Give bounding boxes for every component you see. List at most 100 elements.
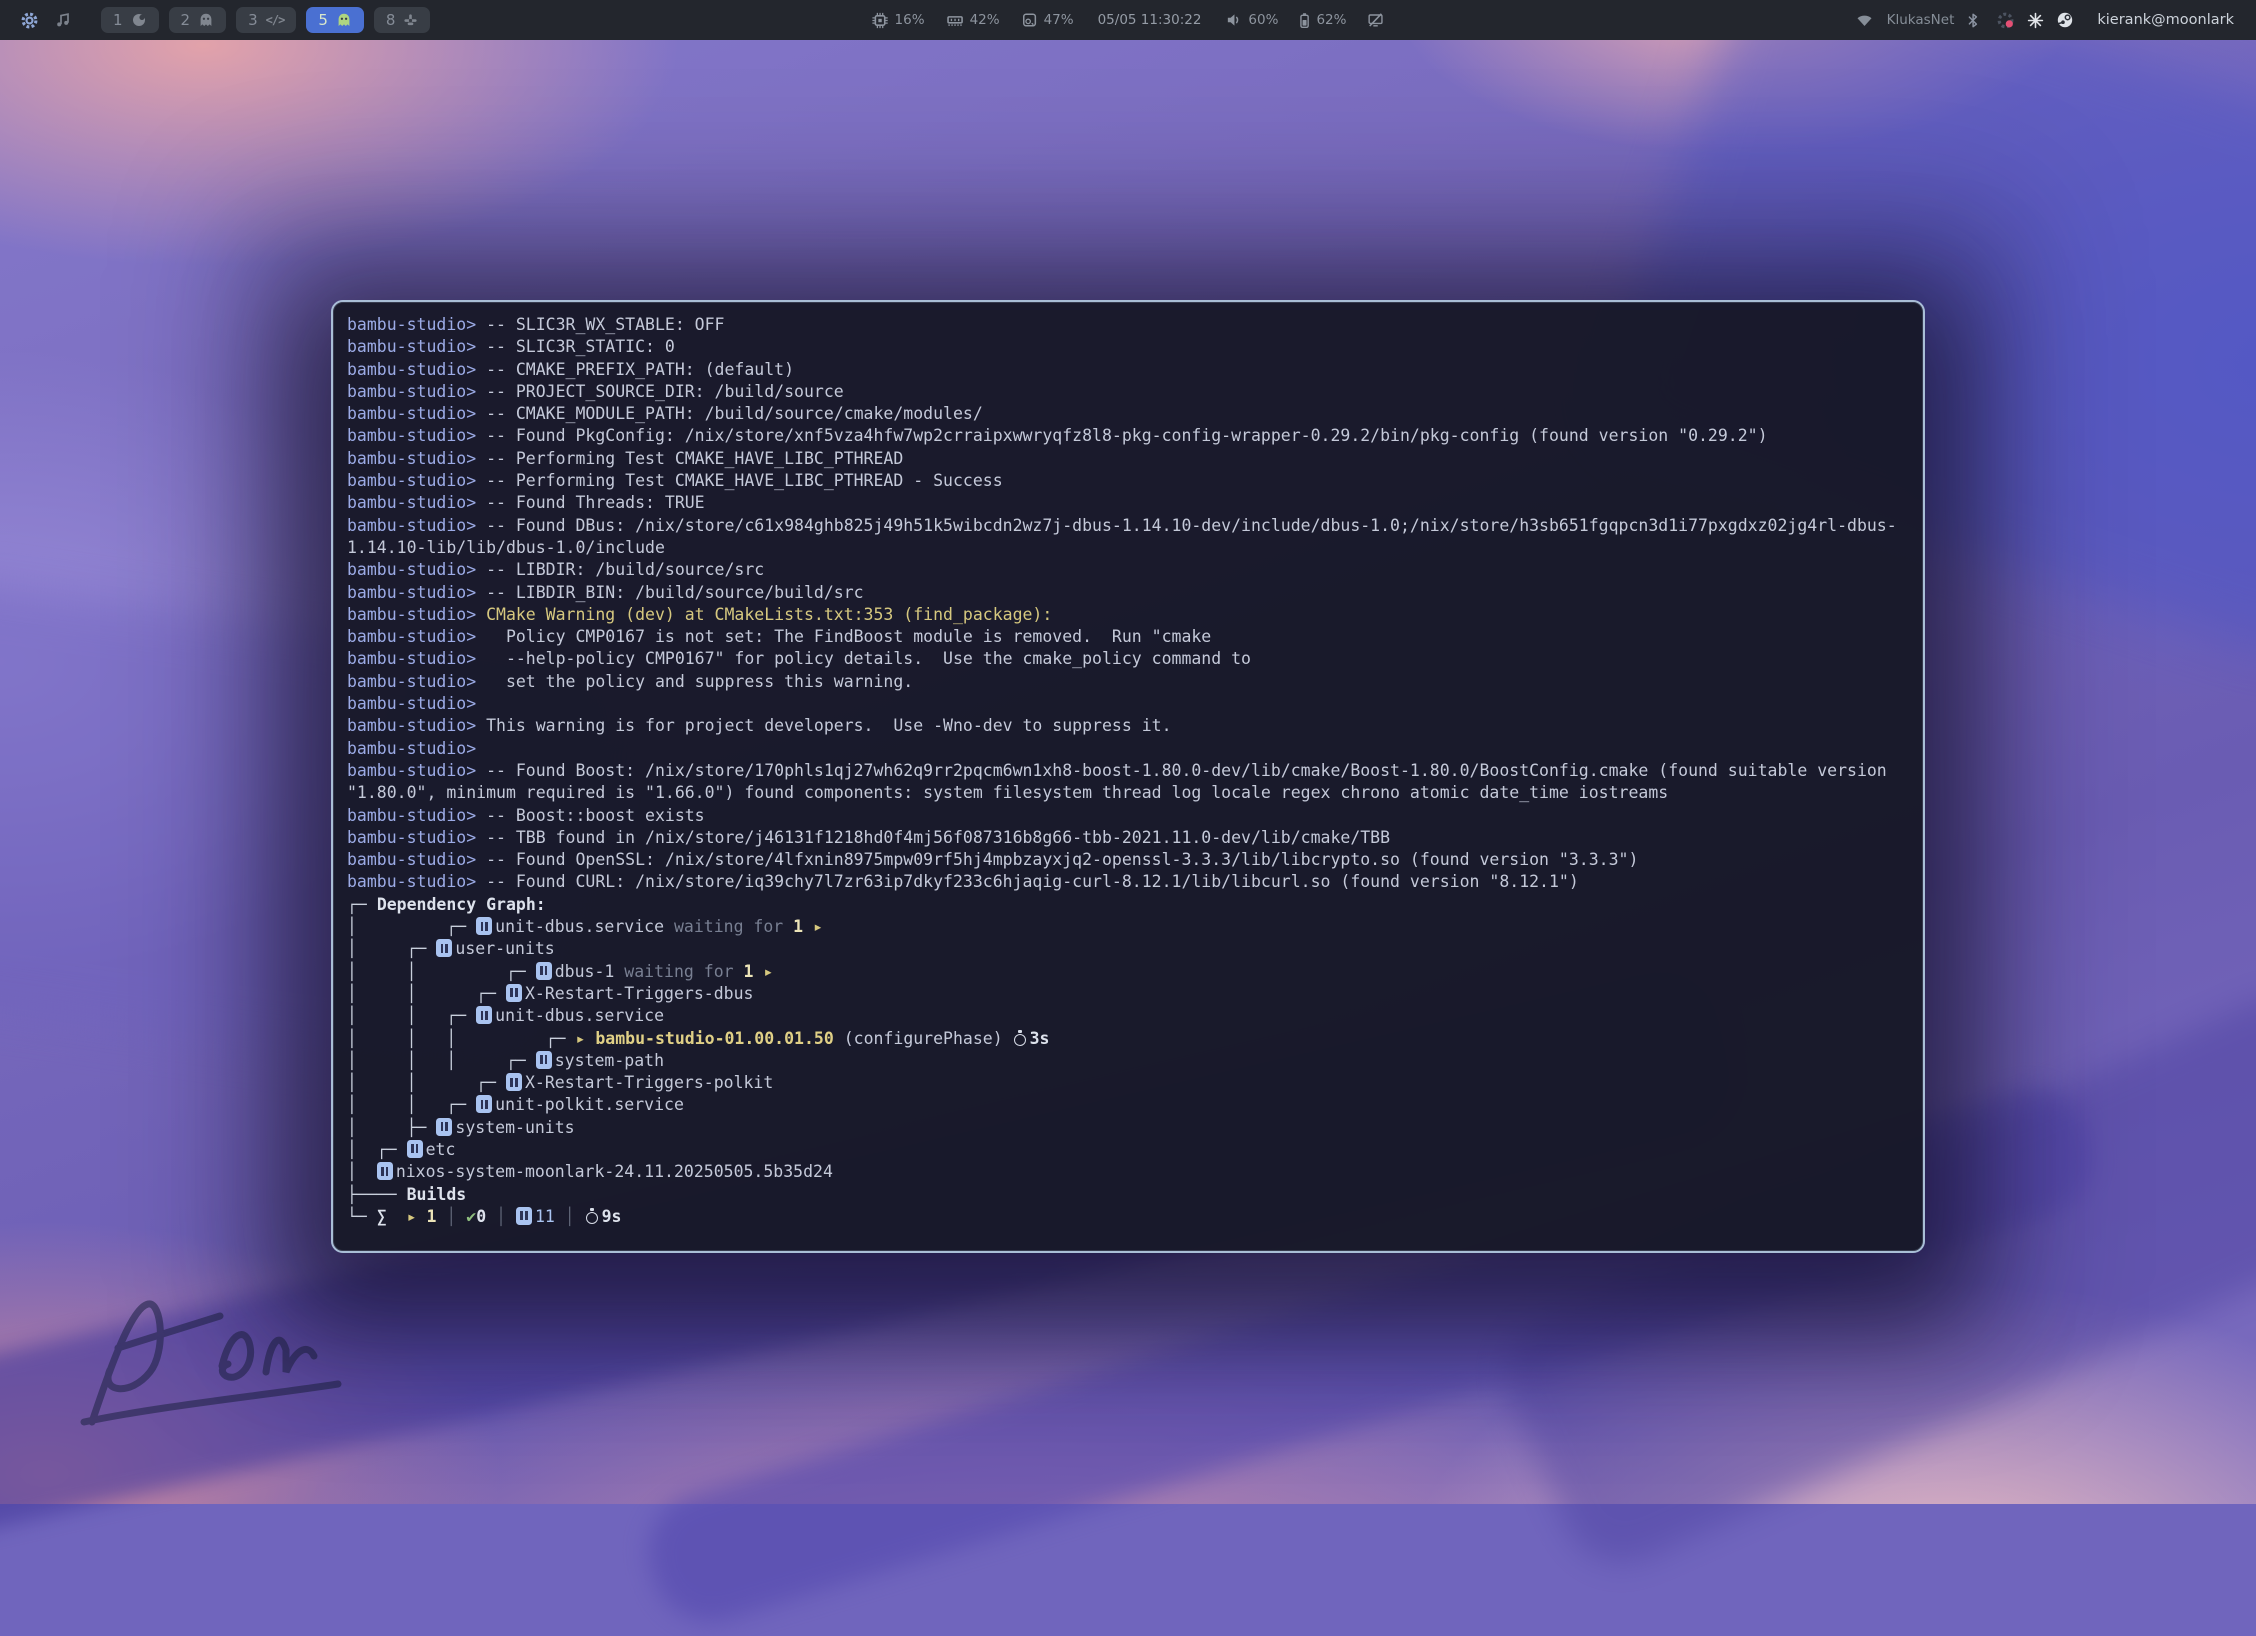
terminal-line: bambu-studio> -- Performing Test CMAKE_H… bbox=[347, 470, 1909, 492]
slack-icon bbox=[403, 13, 418, 28]
terminal-line: bambu-studio> -- Found OpenSSL: /nix/sto… bbox=[347, 849, 1909, 871]
terminal-line: ┌─ Dependency Graph: bbox=[347, 894, 1909, 916]
code-icon: </> bbox=[266, 13, 285, 27]
workspace-switcher: 1 2 3 </> 5 8 bbox=[101, 7, 430, 33]
paused-build-icon bbox=[436, 1118, 452, 1136]
ghost-icon bbox=[336, 12, 352, 28]
wifi-icon[interactable] bbox=[1855, 12, 1874, 28]
terminal-line: │ │ ┌─ unit-polkit.service bbox=[347, 1094, 1909, 1116]
stopwatch-icon bbox=[585, 1208, 600, 1225]
battery-value: 62% bbox=[1316, 12, 1346, 28]
paused-build-icon bbox=[436, 939, 452, 957]
workspace-1[interactable]: 1 bbox=[101, 7, 159, 33]
snowflake-tray-icon[interactable] bbox=[2027, 12, 2044, 29]
terminal-line: │ │ ┌─ X-Restart-Triggers-dbus bbox=[347, 983, 1909, 1005]
terminal-line: bambu-studio> Policy CMP0167 is not set:… bbox=[347, 626, 1909, 648]
status-bar: 1 2 3 </> 5 8 16% 42% 47% 05/05 11:30:22 60% 62%… bbox=[0, 0, 2256, 40]
bar-center-cluster: 16% 42% 47% 05/05 11:30:22 60% 62% bbox=[872, 12, 1385, 29]
workspace-number: 3 bbox=[248, 11, 258, 29]
terminal-line: bambu-studio> bbox=[347, 738, 1909, 760]
paused-build-icon bbox=[536, 1051, 552, 1069]
music-note-icon[interactable] bbox=[55, 11, 71, 29]
ghost-icon bbox=[198, 12, 214, 28]
volume-value: 60% bbox=[1248, 12, 1278, 28]
bluetooth-icon[interactable] bbox=[1967, 12, 1979, 29]
steam-tray-icon[interactable] bbox=[2056, 11, 2074, 29]
terminal-line: "1.80.0", minimum required is "1.66.0") … bbox=[347, 782, 1909, 804]
volume-icon bbox=[1225, 12, 1242, 28]
terminal-line: │ ┌─ etc bbox=[347, 1139, 1909, 1161]
terminal-line: │ ├─ system-units bbox=[347, 1117, 1909, 1139]
terminal-line: 1.14.10-lib/lib/dbus-1.0/include bbox=[347, 537, 1909, 559]
terminal-line: bambu-studio> -- SLIC3R_STATIC: 0 bbox=[347, 336, 1909, 358]
terminal-line: bambu-studio> CMake Warning (dev) at CMa… bbox=[347, 604, 1909, 626]
bar-left-cluster: 1 2 3 </> 5 8 bbox=[20, 7, 430, 33]
terminal-line: bambu-studio> -- Found CURL: /nix/store/… bbox=[347, 871, 1909, 893]
paused-build-icon bbox=[476, 917, 492, 935]
workspace-number: 2 bbox=[181, 11, 191, 29]
terminal-output: bambu-studio> -- SLIC3R_WX_STABLE: OFFba… bbox=[347, 314, 1909, 1228]
terminal-line: │ │ ┌─ unit-dbus.service bbox=[347, 1005, 1909, 1027]
workspace-2[interactable]: 2 bbox=[169, 7, 227, 33]
disk-icon bbox=[1022, 12, 1038, 28]
paused-build-icon bbox=[516, 1207, 532, 1225]
spinner-red-tray-icon[interactable] bbox=[1996, 11, 2015, 30]
volume-stat: 60% bbox=[1225, 12, 1278, 28]
terminal-line: bambu-studio> -- PROJECT_SOURCE_DIR: /bu… bbox=[347, 381, 1909, 403]
terminal-line: bambu-studio> -- SLIC3R_WX_STABLE: OFF bbox=[347, 314, 1909, 336]
terminal-line: bambu-studio> -- Performing Test CMAKE_H… bbox=[347, 448, 1909, 470]
screen-off-icon bbox=[1366, 12, 1384, 28]
volume-battery-stats: 60% 62% bbox=[1225, 12, 1384, 29]
stopwatch-icon bbox=[1013, 1030, 1028, 1047]
memory-icon bbox=[947, 12, 964, 29]
terminal-window[interactable]: bambu-studio> -- SLIC3R_WX_STABLE: OFFba… bbox=[331, 300, 1925, 1253]
terminal-line: bambu-studio> bbox=[347, 693, 1909, 715]
terminal-line: bambu-studio> -- CMAKE_MODULE_PATH: /bui… bbox=[347, 403, 1909, 425]
workspace-8[interactable]: 8 bbox=[374, 7, 431, 33]
memory-value: 42% bbox=[970, 12, 1000, 28]
terminal-line: bambu-studio> -- LIBDIR: /build/source/s… bbox=[347, 559, 1909, 581]
terminal-line: bambu-studio> -- LIBDIR_BIN: /build/sour… bbox=[347, 582, 1909, 604]
workspace-5-active[interactable]: 5 bbox=[306, 7, 364, 33]
paused-build-icon bbox=[476, 1006, 492, 1024]
terminal-line: │ │ ┌─ X-Restart-Triggers-polkit bbox=[347, 1072, 1909, 1094]
terminal-line: │ │ ┌─ dbus-1 waiting for 1 ▸ bbox=[347, 961, 1909, 983]
screen-off-stat bbox=[1366, 12, 1384, 28]
paused-build-icon bbox=[476, 1095, 492, 1113]
workspace-number: 8 bbox=[386, 11, 396, 29]
terminal-line: bambu-studio> set the policy and suppres… bbox=[347, 671, 1909, 693]
memory-stat: 42% bbox=[947, 12, 1000, 29]
terminal-line: bambu-studio> -- TBB found in /nix/store… bbox=[347, 827, 1909, 849]
cpu-icon bbox=[872, 12, 889, 29]
terminal-line: └─ ∑ ▸ 1 │ ✔0 │ 11 │ 9s bbox=[347, 1206, 1909, 1228]
terminal-line: │ ┌─ unit-dbus.service waiting for 1 ▸ bbox=[347, 916, 1909, 938]
gear-icon[interactable] bbox=[20, 11, 39, 30]
paused-build-icon bbox=[536, 962, 552, 980]
disk-stat: 47% bbox=[1022, 12, 1074, 28]
terminal-line: bambu-studio> -- CMAKE_PREFIX_PATH: (def… bbox=[347, 359, 1909, 381]
artist-signature bbox=[70, 1270, 380, 1450]
system-tray bbox=[1996, 11, 2074, 30]
terminal-line: │ nixos-system-moonlark-24.11.20250505.5… bbox=[347, 1161, 1909, 1183]
moon-icon bbox=[131, 12, 147, 28]
battery-icon bbox=[1298, 12, 1310, 29]
terminal-line: bambu-studio> This warning is for projec… bbox=[347, 715, 1909, 737]
cpu-stat: 16% bbox=[872, 12, 925, 29]
terminal-line: │ │ │ ┌─ ▸ bambu-studio-01.00.01.50 (con… bbox=[347, 1028, 1909, 1050]
bar-right-cluster: KlukasNet kierank@moonlark bbox=[1855, 11, 2234, 30]
cpu-value: 16% bbox=[895, 12, 925, 28]
paused-build-icon bbox=[506, 984, 522, 1002]
battery-stat: 62% bbox=[1298, 12, 1346, 29]
terminal-line: │ │ │ ┌─ system-path bbox=[347, 1050, 1909, 1072]
terminal-line: bambu-studio> -- Boost::boost exists bbox=[347, 805, 1909, 827]
disk-value: 47% bbox=[1044, 12, 1074, 28]
paused-build-icon bbox=[506, 1073, 522, 1091]
terminal-line: bambu-studio> -- Found DBus: /nix/store/… bbox=[347, 515, 1909, 537]
paused-build-icon bbox=[377, 1162, 393, 1180]
terminal-line: ├──── Builds bbox=[347, 1184, 1909, 1206]
clock: 05/05 11:30:22 bbox=[1098, 12, 1202, 28]
workspace-3[interactable]: 3 </> bbox=[236, 7, 296, 33]
terminal-line: bambu-studio> -- Found PkgConfig: /nix/s… bbox=[347, 425, 1909, 447]
terminal-line: bambu-studio> -- Found Boost: /nix/store… bbox=[347, 760, 1909, 782]
network-name: KlukasNet bbox=[1887, 12, 1955, 28]
